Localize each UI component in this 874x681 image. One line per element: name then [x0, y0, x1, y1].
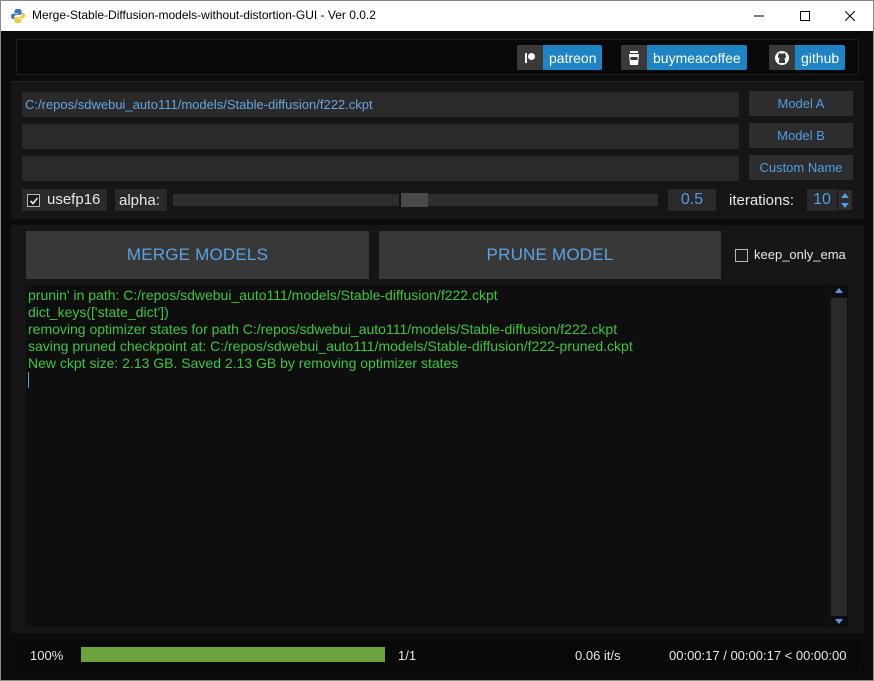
progress-time: 00:00:17 / 00:00:17 < 00:00:00 [669, 648, 847, 663]
progress-bar-fill [81, 647, 385, 662]
patreon-icon [517, 45, 543, 70]
arrow-down-icon [841, 202, 849, 208]
merge-models-button[interactable]: MERGE MODELS [26, 231, 369, 279]
coffee-cup-icon [621, 45, 647, 70]
model-a-path-input[interactable] [22, 92, 739, 117]
progress-percent: 100% [30, 648, 64, 663]
progress-rate: 0.06 it/s [575, 648, 621, 663]
close-button[interactable] [827, 1, 873, 31]
keep-only-ema-checkbox[interactable] [735, 249, 748, 262]
model-b-button[interactable]: Model B [749, 123, 853, 148]
iterations-increment[interactable] [838, 190, 852, 200]
custom-name-button[interactable]: Custom Name [749, 155, 853, 180]
scrollbar-thumb[interactable] [831, 298, 847, 616]
iterations-input[interactable]: 10 [807, 189, 837, 211]
model-b-path-input[interactable] [22, 124, 739, 149]
minimize-icon [754, 15, 764, 17]
alpha-slider-handle[interactable] [399, 193, 428, 207]
github-link[interactable]: github [769, 45, 846, 70]
close-icon [845, 11, 855, 21]
progress-bar [81, 647, 385, 662]
keep-only-ema-label: keep_only_ema [754, 247, 846, 262]
maximize-icon [800, 11, 810, 21]
window-title: Merge-Stable-Diffusion-models-without-di… [32, 8, 376, 22]
iterations-label: iterations: [729, 192, 795, 209]
progress-count: 1/1 [398, 648, 417, 663]
github-icon [769, 45, 795, 70]
console-line: saving pruned checkpoint at: C:/repos/sd… [28, 338, 633, 354]
console-line: New ckpt size: 2.13 GB. Saved 2.13 GB by… [28, 355, 459, 371]
checkmark-icon [29, 196, 38, 205]
minimize-button[interactable] [736, 1, 782, 31]
console-line: prunin' in path: C:/repos/sdwebui_auto11… [28, 287, 498, 303]
buymeacoffee-link[interactable]: buymeacoffee [621, 45, 747, 70]
python-app-icon [11, 9, 25, 23]
maximize-button[interactable] [782, 1, 828, 31]
alpha-label: alpha: [119, 192, 160, 209]
app-window: Merge-Stable-Diffusion-models-without-di… [0, 0, 874, 681]
usefp16-label: usefp16 [47, 191, 101, 208]
usefp16-checkbox[interactable] [27, 194, 40, 207]
patreon-link[interactable]: patreon [517, 45, 603, 70]
patreon-label: patreon [549, 49, 597, 66]
arrow-up-icon [841, 192, 849, 198]
buymeacoffee-label: buymeacoffee [653, 49, 741, 66]
custom-name-input[interactable] [22, 156, 739, 181]
github-label: github [801, 49, 840, 66]
text-cursor [28, 372, 29, 388]
console-line: removing optimizer states for path C:/re… [28, 321, 618, 337]
scroll-up-icon[interactable] [835, 288, 843, 293]
title-bar: Merge-Stable-Diffusion-models-without-di… [1, 1, 873, 31]
model-a-button[interactable]: Model A [749, 91, 853, 116]
iterations-decrement[interactable] [838, 200, 852, 210]
console-line: dict_keys(['state_dict']) [28, 304, 169, 320]
alpha-value: 0.5 [668, 189, 716, 211]
scroll-down-icon[interactable] [835, 619, 843, 624]
prune-model-button[interactable]: PRUNE MODEL [379, 231, 721, 279]
